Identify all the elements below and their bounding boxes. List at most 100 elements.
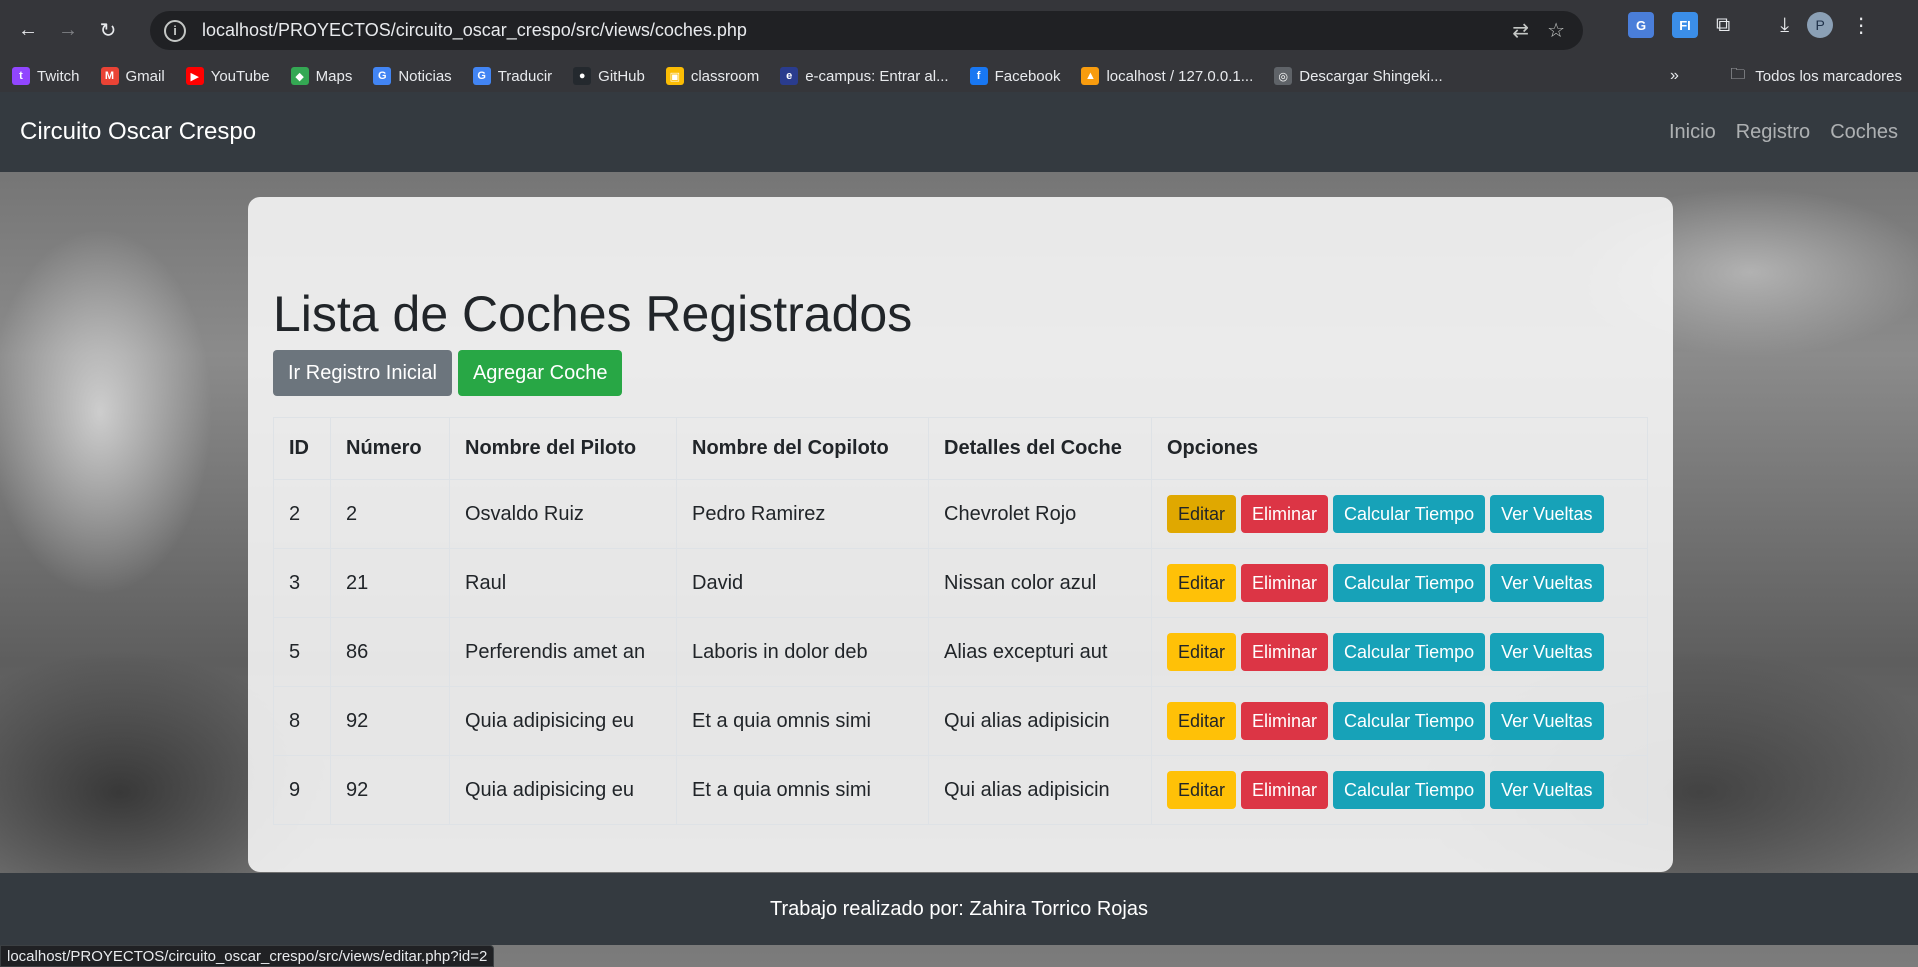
bookmark-favicon-icon: ▣ bbox=[665, 67, 684, 85]
bookmark-item[interactable]: M Gmail bbox=[100, 67, 165, 85]
status-url: localhost/PROYECTOS/circuito_oscar_cresp… bbox=[7, 947, 488, 965]
bookmark-item[interactable]: f Facebook bbox=[969, 67, 1060, 85]
bookmark-favicon-icon: ◆ bbox=[290, 67, 309, 85]
bookmark-item[interactable]: G Noticias bbox=[373, 67, 452, 85]
cell-opciones: Editar Eliminar Calcular Tiempo Ver Vueltas bbox=[1151, 686, 1648, 756]
cell-opciones: Editar Eliminar Calcular Tiempo Ver Vueltas bbox=[1151, 548, 1648, 618]
view-laps-button[interactable]: Ver Vueltas bbox=[1490, 771, 1604, 809]
site-info-icon[interactable]: i bbox=[164, 19, 186, 42]
cell-detalles: Alias excepturi aut bbox=[928, 617, 1152, 687]
table-row: 8 92 Quia adipisicing eu Et a quia omnis si… bbox=[273, 686, 1648, 756]
forward-icon[interactable]: → bbox=[48, 10, 88, 50]
bookmark-favicon-icon: e bbox=[780, 67, 799, 85]
view-laps-button[interactable]: Ver Vueltas bbox=[1490, 495, 1604, 533]
menu-kebab-icon[interactable]: ⋮ bbox=[1851, 13, 1871, 38]
column-header-detalles: Detalles del Coche bbox=[928, 417, 1152, 480]
cell-copiloto: David bbox=[676, 548, 929, 618]
cell-opciones: Editar Eliminar Calcular Tiempo Ver Vueltas bbox=[1151, 617, 1648, 687]
cell-copiloto: Pedro Ramirez bbox=[676, 479, 929, 549]
edit-button[interactable]: Editar bbox=[1167, 633, 1237, 671]
delete-button[interactable]: Eliminar bbox=[1241, 633, 1329, 671]
edit-button[interactable]: Editar bbox=[1167, 702, 1237, 740]
cell-piloto: Quia adipisicing eu bbox=[449, 686, 677, 756]
navbar-brand[interactable]: Circuito Oscar Crespo bbox=[20, 118, 256, 146]
calculate-time-button[interactable]: Calcular Tiempo bbox=[1333, 771, 1486, 809]
folder-icon: 🗀 bbox=[1730, 65, 1746, 83]
cell-numero: 21 bbox=[330, 548, 450, 618]
delete-button[interactable]: Eliminar bbox=[1241, 564, 1329, 602]
bookmark-label: Gmail bbox=[125, 67, 165, 85]
delete-button[interactable]: Eliminar bbox=[1241, 771, 1329, 809]
edit-button[interactable]: Editar bbox=[1167, 495, 1237, 533]
view-laps-button[interactable]: Ver Vueltas bbox=[1490, 564, 1604, 602]
bookmark-favicon-icon: ▲ bbox=[1081, 67, 1100, 85]
add-car-button[interactable]: Agregar Coche bbox=[457, 350, 623, 396]
more-bookmarks-icon[interactable]: » bbox=[1670, 60, 1679, 92]
table-row: 2 2 Osvaldo Ruiz Pedro Ramirez Chevrolet Roj… bbox=[273, 479, 1648, 549]
table-row: 9 92 Quia adipisicing eu Et a quia omnis si… bbox=[273, 755, 1648, 825]
reload-icon[interactable]: ↻ bbox=[88, 10, 128, 50]
bookmark-item[interactable]: ◎ Descargar Shingeki... bbox=[1274, 67, 1443, 85]
cell-numero: 92 bbox=[330, 755, 450, 825]
table-header-row: ID Número Nombre del Piloto Nombre del C… bbox=[273, 417, 1648, 480]
profile-avatar[interactable]: P bbox=[1807, 12, 1834, 38]
bookmark-favicon-icon: ● bbox=[573, 67, 592, 85]
all-bookmarks[interactable]: 🗀 Todos los marcadores bbox=[1730, 60, 1902, 92]
cell-copiloto: Et a quia omnis simi bbox=[676, 755, 929, 825]
bookmark-label: localhost / 127.0.0.1... bbox=[1106, 67, 1254, 85]
bookmark-item[interactable]: G Traducir bbox=[472, 67, 553, 85]
calculate-time-button[interactable]: Calcular Tiempo bbox=[1333, 564, 1486, 602]
bookmark-label: Descargar Shingeki... bbox=[1299, 67, 1443, 85]
cell-numero: 2 bbox=[330, 479, 450, 549]
address-bar[interactable]: i localhost/PROYECTOS/circuito_oscar_cre… bbox=[150, 11, 1583, 50]
nav-link-coches[interactable]: Coches bbox=[1830, 121, 1898, 144]
cell-piloto: Quia adipisicing eu bbox=[449, 755, 677, 825]
cell-numero: 86 bbox=[330, 617, 450, 687]
bookmark-label: YouTube bbox=[210, 67, 270, 85]
bookmark-item[interactable]: ▶ YouTube bbox=[185, 67, 270, 85]
bookmark-favicon-icon: M bbox=[100, 67, 119, 85]
calculate-time-button[interactable]: Calcular Tiempo bbox=[1333, 633, 1486, 671]
download-icon[interactable]: ⤓ bbox=[1780, 14, 1789, 37]
bookmark-item[interactable]: e e-campus: Entrar al... bbox=[780, 67, 949, 85]
cell-detalles: Qui alias adipisicin bbox=[928, 755, 1152, 825]
cell-id: 9 bbox=[273, 755, 331, 825]
nav-link-registro[interactable]: Registro bbox=[1736, 121, 1810, 144]
address-url[interactable]: localhost/PROYECTOS/circuito_oscar_cresp… bbox=[202, 20, 1512, 41]
bookmark-favicon-icon: f bbox=[969, 67, 988, 85]
view-laps-button[interactable]: Ver Vueltas bbox=[1490, 633, 1604, 671]
cell-detalles: Nissan color azul bbox=[928, 548, 1152, 618]
edit-button[interactable]: Editar bbox=[1167, 564, 1237, 602]
main-card: Lista de Coches Registrados Ir Registro … bbox=[248, 197, 1673, 872]
bookmark-label: Traducir bbox=[497, 67, 553, 85]
all-bookmarks-label: Todos los marcadores bbox=[1755, 67, 1902, 85]
bookmark-star-icon[interactable]: ☆ bbox=[1547, 18, 1565, 43]
bookmark-item[interactable]: ▲ localhost / 127.0.0.1... bbox=[1081, 67, 1253, 85]
table-row: 5 86 Perferendis amet an Laboris in dolor d… bbox=[273, 617, 1648, 687]
delete-button[interactable]: Eliminar bbox=[1241, 702, 1329, 740]
cars-table: ID Número Nombre del Piloto Nombre del C… bbox=[273, 417, 1648, 825]
bookmark-favicon-icon: ▶ bbox=[185, 67, 204, 85]
extensions-puzzle-icon[interactable]: ⧉ bbox=[1716, 14, 1730, 37]
go-initial-registration-button[interactable]: Ir Registro Inicial bbox=[273, 350, 452, 396]
bookmark-item[interactable]: ▣ classroom bbox=[665, 67, 760, 85]
bookmark-label: classroom bbox=[690, 67, 760, 85]
nav-link-inicio[interactable]: Inicio bbox=[1669, 121, 1716, 144]
bookmarks-bar: t Twitch M Gmail ▶ YouTube ◆ Maps G Noticias G Trad… bbox=[0, 60, 1918, 92]
bookmark-favicon-icon: ◎ bbox=[1274, 67, 1293, 85]
edit-button[interactable]: Editar bbox=[1167, 771, 1237, 809]
delete-button[interactable]: Eliminar bbox=[1241, 495, 1329, 533]
translate-icon[interactable]: ⇄ bbox=[1512, 18, 1529, 43]
bookmark-item[interactable]: ● GitHub bbox=[573, 67, 645, 85]
google-translate-extension-icon[interactable]: G bbox=[1628, 12, 1654, 38]
bookmark-item[interactable]: t Twitch bbox=[12, 67, 80, 85]
extension-fi-icon[interactable]: FI bbox=[1672, 12, 1698, 38]
bookmark-label: Twitch bbox=[37, 67, 80, 85]
calculate-time-button[interactable]: Calcular Tiempo bbox=[1333, 495, 1486, 533]
cell-id: 2 bbox=[273, 479, 331, 549]
back-icon[interactable]: ← bbox=[8, 10, 48, 50]
view-laps-button[interactable]: Ver Vueltas bbox=[1490, 702, 1604, 740]
bookmark-item[interactable]: ◆ Maps bbox=[290, 67, 352, 85]
cell-piloto: Perferendis amet an bbox=[449, 617, 677, 687]
calculate-time-button[interactable]: Calcular Tiempo bbox=[1333, 702, 1486, 740]
